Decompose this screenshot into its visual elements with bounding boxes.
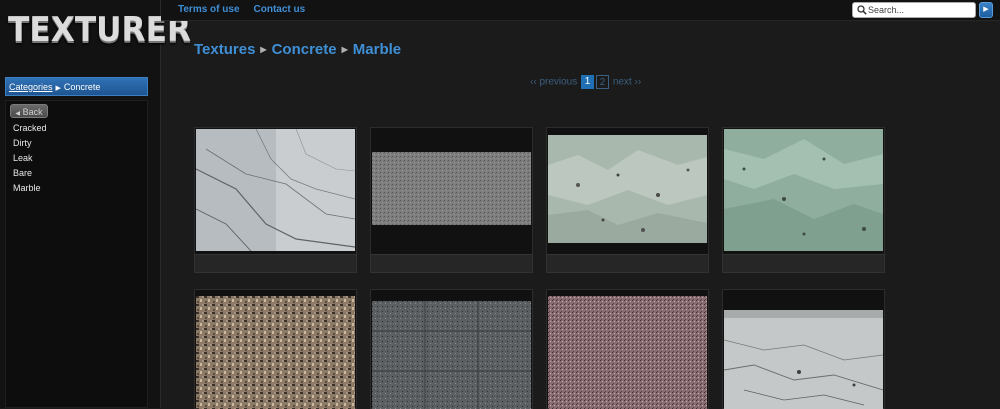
texture-thumbnail[interactable] (196, 129, 355, 251)
texture-caption (194, 254, 357, 273)
chevron-left-icon: ◀ (15, 111, 21, 117)
contact-us-link[interactable]: Contact us (254, 4, 306, 15)
search-icon (857, 5, 867, 15)
previous-page-link[interactable]: ‹‹ previous (530, 77, 577, 88)
texture-thumbnail[interactable] (372, 301, 531, 409)
breadcrumb-concrete[interactable]: Concrete (272, 41, 337, 58)
category-breadcrumb: Categories ▶ Concrete (5, 77, 148, 96)
search-submit-button[interactable]: ▶ (979, 2, 993, 18)
back-button[interactable]: ◀ Back (10, 104, 48, 118)
texture-thumbnail[interactable] (196, 296, 355, 409)
arrow-right-icon: ▶ (983, 6, 989, 13)
page-2-button[interactable]: 2 (596, 75, 610, 89)
back-label: Back (22, 107, 43, 117)
texture-card[interactable] (194, 289, 357, 409)
terms-of-use-link[interactable]: Terms of use (178, 4, 240, 15)
breadcrumb-marble[interactable]: Marble (353, 41, 401, 58)
pagination: ‹‹ previous 12 next ›› (530, 75, 641, 89)
texture-caption (370, 254, 533, 273)
chevron-right-icon: ▶ (341, 45, 348, 54)
current-category: Concrete (63, 82, 101, 92)
texture-card[interactable] (194, 127, 357, 273)
texture-card[interactable] (546, 289, 709, 409)
search-box (852, 2, 976, 18)
texture-thumbnail[interactable] (372, 152, 531, 225)
texture-thumbnail[interactable] (724, 310, 883, 409)
chevron-right-icon: ▶ (55, 85, 61, 92)
subcategory-cracked[interactable]: Cracked (13, 121, 47, 136)
texture-thumbnail[interactable] (548, 135, 707, 243)
categories-link[interactable]: Categories (9, 82, 53, 92)
subcategory-bare[interactable]: Bare (13, 166, 47, 181)
texture-thumbnail[interactable] (548, 296, 707, 409)
texture-card[interactable] (370, 127, 533, 273)
texture-card[interactable] (546, 127, 709, 273)
subcategory-leak[interactable]: Leak (13, 151, 47, 166)
breadcrumb-textures[interactable]: Textures (194, 41, 255, 58)
chevron-right-icon: ▶ (260, 45, 267, 54)
texture-thumbnail[interactable] (724, 129, 883, 251)
top-nav: Terms of use Contact us (178, 4, 319, 15)
page-1-button[interactable]: 1 (581, 75, 595, 89)
texture-caption (546, 254, 709, 273)
texture-caption (722, 254, 885, 273)
texture-card[interactable] (722, 127, 885, 273)
subcategory-dirty[interactable]: Dirty (13, 136, 47, 151)
subcategory-list: Cracked Dirty Leak Bare Marble (13, 121, 47, 196)
texture-card[interactable] (370, 289, 533, 409)
page-breadcrumb: Textures ▶ Concrete ▶ Marble (194, 41, 401, 58)
next-page-link[interactable]: next ›› (613, 77, 641, 88)
search-input[interactable] (868, 4, 972, 16)
subcategory-marble[interactable]: Marble (13, 181, 47, 196)
texture-card[interactable] (722, 289, 885, 409)
